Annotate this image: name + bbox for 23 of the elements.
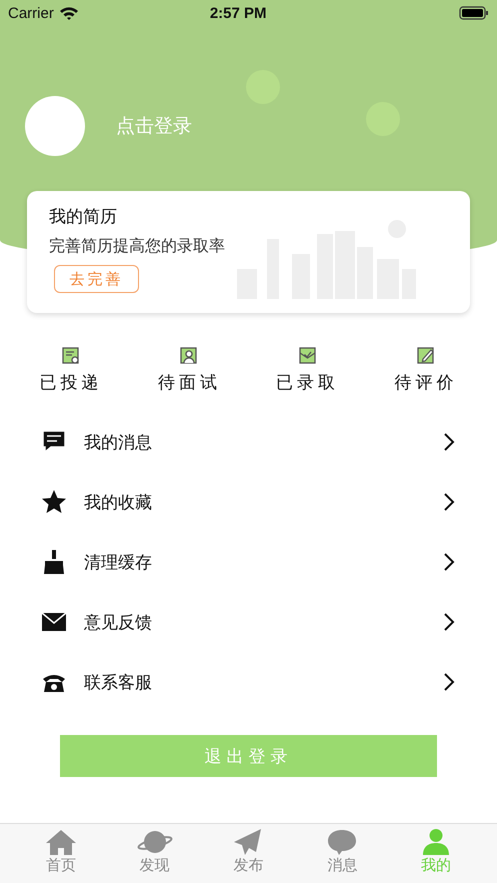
chevron-right-icon	[443, 552, 455, 572]
menu-item[interactable]: 清理缓存	[0, 532, 497, 592]
chevron-right-icon	[443, 492, 455, 512]
chevron-right-icon	[443, 432, 455, 452]
wifi-icon	[58, 6, 79, 20]
stat-label[interactable]: 待评价	[394, 371, 458, 394]
status-time: 2:57 PM	[210, 4, 267, 22]
star-icon	[41, 489, 67, 515]
menu-item[interactable]: 我的消息	[0, 412, 497, 472]
broom-icon	[41, 549, 67, 575]
menu-item[interactable]: 意见反馈	[0, 592, 497, 652]
stat-label[interactable]: 待面试	[158, 371, 221, 394]
card-title: 我的简历	[49, 206, 117, 228]
carrier-label: Carrier	[8, 4, 54, 22]
battery-icon	[459, 6, 489, 20]
menu-item[interactable]: 我的收藏	[0, 472, 497, 532]
card-subtitle: 完善简历提高您的录取率	[49, 236, 225, 257]
chevron-right-icon	[443, 612, 455, 632]
stat-label[interactable]: 已录取	[276, 371, 340, 394]
stat-label[interactable]: 已投递	[40, 371, 103, 394]
menu-item[interactable]: 联系客服	[0, 652, 497, 712]
planet-icon	[136, 828, 173, 856]
chevron-right-icon	[443, 672, 455, 692]
